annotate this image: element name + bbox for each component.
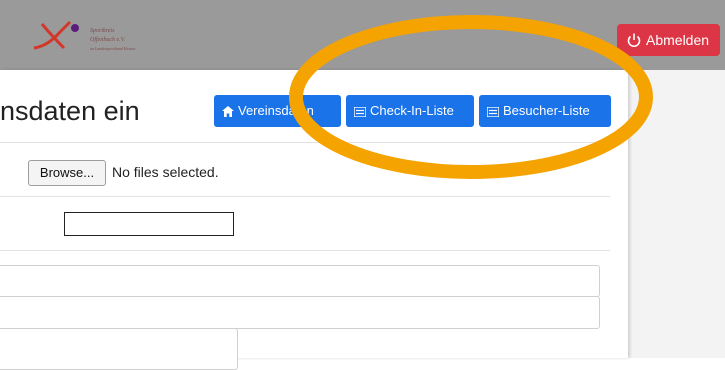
besucher-list-button[interactable]: Besucher-Liste (479, 95, 611, 127)
checkin-list-button[interactable]: Check-In-Liste (346, 95, 474, 127)
top-navbar: Sportkreis Offenbach e.V. im Landessport… (0, 0, 725, 70)
checkin-list-label: Check-In-Liste (370, 103, 454, 118)
logo-text-line-2: Offenbach e.V. (90, 37, 126, 43)
page-background (628, 70, 725, 358)
text-input[interactable] (0, 296, 600, 329)
logo-text-line-1: Sportkreis (90, 28, 115, 34)
section-divider (0, 250, 610, 251)
page-title: nsdaten ein (0, 96, 140, 126)
club-logo[interactable]: Sportkreis Offenbach e.V. im Landessport… (30, 18, 180, 60)
text-field[interactable] (64, 212, 234, 236)
text-area[interactable] (0, 328, 238, 370)
logout-label: Abmelden (646, 32, 710, 48)
section-divider (0, 142, 610, 143)
logo-figure-icon (33, 20, 79, 50)
vereinsdaten-label: Vereinsdaten (238, 103, 314, 118)
besucher-list-label: Besucher-Liste (503, 103, 590, 118)
vereinsdaten-button[interactable]: Vereinsdaten (214, 95, 341, 127)
file-browse-button[interactable]: Browse... (28, 160, 106, 186)
list-icon (487, 106, 499, 117)
home-icon (222, 106, 234, 118)
list-icon (354, 106, 366, 117)
power-icon (627, 33, 641, 48)
section-divider (0, 196, 610, 197)
text-input[interactable] (0, 265, 600, 297)
logo-text-line-3: im Landessportbund Hessen (90, 46, 136, 51)
file-status-text: No files selected. (112, 164, 219, 180)
logout-button[interactable]: Abmelden (617, 24, 720, 56)
